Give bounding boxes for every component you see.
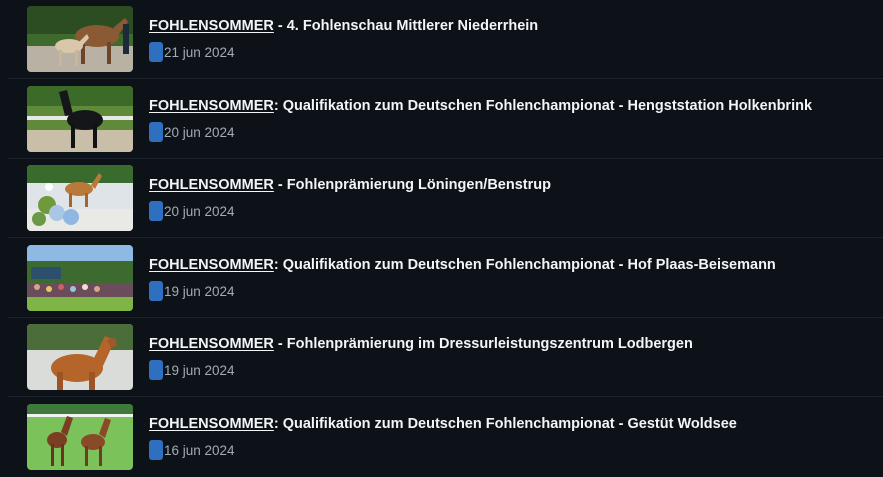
news-item[interactable]: FOHLENSOMMER: Qualifikation zum Deutsche…: [0, 239, 883, 318]
calendar-icon: [149, 281, 163, 301]
article-title[interactable]: FOHLENSOMMER: Qualifikation zum Deutsche…: [149, 255, 873, 275]
calendar-icon: [149, 42, 163, 62]
calendar-icon: [149, 201, 163, 221]
article-headline: : Qualifikation zum Deutschen Fohlencham…: [273, 257, 776, 273]
article-headline: - Fohlenprämierung Löningen/Benstrup: [273, 177, 551, 193]
spectators-photo[interactable]: [27, 245, 133, 311]
article-title[interactable]: FOHLENSOMMER: Qualifikation zum Deutsche…: [149, 414, 873, 434]
article-headline: - Fohlenprämierung im Dressurleistungsze…: [273, 336, 693, 352]
article-title[interactable]: FOHLENSOMMER - Fohlenprämierung Löningen…: [149, 175, 873, 195]
news-item[interactable]: FOHLENSOMMER: Qualifikation zum Deutsche…: [0, 398, 883, 477]
article-date: 21 jun 2024: [164, 44, 235, 60]
category-link[interactable]: FOHLENSOMMER: [149, 18, 274, 34]
category-link[interactable]: FOHLENSOMMER: [149, 257, 274, 273]
divider: [8, 237, 883, 238]
article-headline: : Qualifikation zum Deutschen Fohlencham…: [273, 98, 813, 114]
date-line: 21 jun 2024: [149, 42, 235, 62]
news-item[interactable]: FOHLENSOMMER - Fohlenprämierung im Dress…: [0, 318, 883, 397]
category-link[interactable]: FOHLENSOMMER: [149, 177, 274, 193]
calendar-icon: [149, 122, 163, 142]
article-title[interactable]: FOHLENSOMMER - Fohlenprämierung im Dress…: [149, 334, 873, 354]
news-item[interactable]: FOHLENSOMMER - Fohlenprämierung Löningen…: [0, 159, 883, 238]
article-headline: : Qualifikation zum Deutschen Fohlencham…: [273, 416, 737, 432]
chestnut-foal-photo[interactable]: [27, 324, 133, 390]
date-line: 20 jun 2024: [149, 201, 235, 221]
article-date: 19 jun 2024: [164, 283, 235, 299]
divider: [8, 78, 883, 79]
news-item[interactable]: FOHLENSOMMER: Qualifikation zum Deutsche…: [0, 80, 883, 159]
black-foal-photo[interactable]: [27, 86, 133, 152]
calendar-icon: [149, 360, 163, 380]
news-item[interactable]: FOHLENSOMMER - 4. Fohlenschau Mittlerer …: [0, 0, 883, 79]
calendar-icon: [149, 440, 163, 460]
article-date: 19 jun 2024: [164, 362, 235, 378]
category-link[interactable]: FOHLENSOMMER: [149, 416, 274, 432]
category-link[interactable]: FOHLENSOMMER: [149, 98, 274, 114]
article-headline: - 4. Fohlenschau Mittlerer Niederrhein: [273, 18, 539, 34]
divider: [8, 396, 883, 397]
date-line: 16 jun 2024: [149, 440, 235, 460]
two-foals-photo[interactable]: [27, 404, 133, 470]
article-title[interactable]: FOHLENSOMMER - 4. Fohlenschau Mittlerer …: [149, 16, 873, 36]
article-date: 20 jun 2024: [164, 124, 235, 140]
article-date: 20 jun 2024: [164, 203, 235, 219]
article-date: 16 jun 2024: [164, 442, 235, 458]
chestnut-foal-flowers-photo[interactable]: [27, 165, 133, 231]
article-title[interactable]: FOHLENSOMMER: Qualifikation zum Deutsche…: [149, 96, 873, 116]
foal-with-mare-photo[interactable]: [27, 6, 133, 72]
date-line: 19 jun 2024: [149, 281, 235, 301]
date-line: 20 jun 2024: [149, 122, 235, 142]
news-list: FOHLENSOMMER - 4. Fohlenschau Mittlerer …: [0, 0, 883, 477]
category-link[interactable]: FOHLENSOMMER: [149, 336, 274, 352]
date-line: 19 jun 2024: [149, 360, 235, 380]
